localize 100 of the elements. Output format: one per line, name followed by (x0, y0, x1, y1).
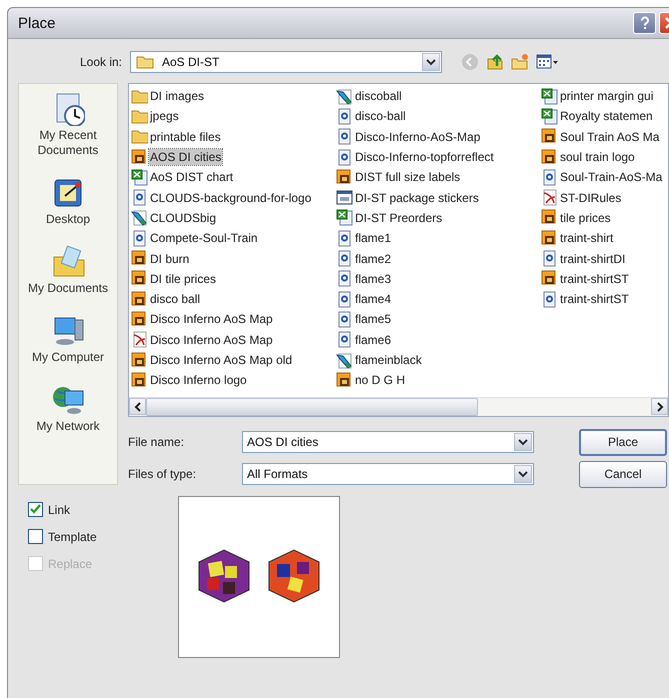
file-item[interactable]: flame6 (336, 330, 541, 350)
file-item[interactable]: ST-DIRules (541, 187, 668, 208)
image-file-icon (336, 148, 353, 166)
file-item[interactable]: printable files (131, 126, 336, 147)
file-name: discoball (354, 88, 403, 104)
image-file-icon (336, 230, 353, 247)
image-file-icon (541, 250, 558, 268)
file-item[interactable]: Soul-Train-AoS-Ma (541, 167, 668, 188)
file-item[interactable]: AoS DIST chart (131, 167, 336, 188)
file-item[interactable]: Soul Train AoS Ma (541, 126, 668, 147)
folder-icon (131, 108, 148, 125)
file-name: traint-shirtST (559, 270, 630, 287)
file-item[interactable]: Compete-Soul-Train (131, 228, 336, 248)
file-name: flame3 (354, 270, 392, 287)
place-button[interactable]: Place (579, 428, 667, 456)
sidebar-item[interactable]: My Recent Documents (19, 92, 117, 158)
file-item[interactable]: DIST full size labels (336, 167, 541, 188)
file-name: flame1 (354, 230, 392, 246)
files-of-type-dropdown[interactable]: All Formats (242, 463, 534, 485)
image-file-icon (336, 250, 353, 268)
file-name: Disco Inferno AoS Map (149, 311, 274, 328)
file-name: Soul-Train-AoS-Ma (559, 169, 664, 186)
file-item[interactable]: flame3 (336, 268, 541, 289)
cancel-button[interactable]: Cancel (579, 460, 667, 488)
new-folder-icon (511, 53, 529, 71)
file-item[interactable]: disco-ball (336, 106, 541, 127)
checkbox-label[interactable]: Link (48, 502, 70, 516)
spreadsheet-file-icon (336, 209, 353, 226)
image-file-icon (336, 331, 353, 348)
file-item[interactable]: Disco Inferno logo (131, 370, 336, 390)
files-of-type-label: Files of type: (128, 467, 198, 481)
file-name: printable files (149, 128, 222, 145)
file-item[interactable]: tile prices (541, 208, 668, 228)
pdf-file-icon (541, 189, 558, 206)
file-item[interactable]: flame1 (336, 228, 541, 248)
file-name: traint-shirtST (559, 291, 630, 308)
file-item[interactable]: Disco Inferno AoS Map (131, 330, 336, 350)
horizontal-scrollbar[interactable] (129, 397, 668, 416)
file-item[interactable]: Disco Inferno AoS Map (131, 309, 336, 330)
file-item[interactable]: DI-ST Preorders (336, 208, 541, 228)
file-item[interactable]: printer margin gui (541, 86, 668, 106)
file-name: disco ball (149, 291, 202, 308)
image-file-icon (336, 270, 353, 288)
up-folder-button[interactable] (485, 52, 505, 72)
file-item[interactable]: Disco-Inferno-AoS-Map (336, 126, 541, 147)
file-name: printer margin gui (559, 88, 654, 104)
file-name: ST-DIRules (559, 190, 622, 206)
file-item[interactable]: Disco Inferno AoS Map old (131, 350, 336, 370)
checkbox[interactable] (28, 502, 43, 517)
file-item[interactable]: Royalty statemen (541, 106, 668, 127)
file-item[interactable]: discoball (336, 86, 541, 106)
file-item[interactable]: flame5 (336, 309, 541, 330)
file-name: Disco Inferno AoS Map (149, 332, 274, 348)
file-item[interactable]: AOS DI cities (131, 146, 336, 168)
file-name: CLOUDSbig (149, 210, 218, 226)
file-item[interactable]: flameinblack (336, 350, 541, 370)
file-item[interactable]: traint-shirtST (541, 288, 668, 310)
file-item[interactable]: jpegs (131, 106, 336, 127)
chevron-down-icon (518, 438, 528, 446)
illustrator-file-icon (131, 250, 148, 268)
file-item[interactable]: disco ball (131, 288, 336, 310)
views-menu-icon (536, 53, 559, 71)
file-item[interactable]: flame4 (336, 288, 541, 310)
sidebar-item[interactable]: My Computer (32, 314, 104, 365)
sidebar-item[interactable]: Desktop (46, 176, 90, 227)
file-name: flame5 (354, 311, 392, 328)
checkbox-label[interactable]: Template (48, 530, 97, 544)
file-item[interactable]: soul train logo (541, 146, 668, 168)
checkbox[interactable] (28, 529, 43, 544)
file-name-field[interactable]: AOS DI cities (242, 431, 534, 453)
illustrator-file-icon (131, 290, 148, 308)
help-button[interactable] (633, 12, 656, 34)
image-file-icon (336, 128, 353, 146)
look-in-dropdown[interactable]: AoS DI-ST (130, 51, 442, 73)
image-file-icon (541, 290, 558, 308)
file-item[interactable]: traint-shirt (541, 228, 668, 248)
illustrator-file-icon (541, 230, 558, 247)
illustrator-file-icon (541, 270, 558, 288)
pen-file-icon (336, 88, 353, 105)
file-item[interactable]: no D G H (336, 370, 541, 390)
file-item[interactable]: DI images (131, 86, 336, 106)
file-name: flame4 (354, 291, 392, 308)
file-item[interactable]: CLOUDS-background-for-logo (131, 187, 336, 208)
sidebar-item[interactable]: My Documents (28, 245, 108, 296)
sidebar-item[interactable]: My Network (36, 383, 100, 434)
file-item[interactable]: CLOUDSbig (131, 208, 336, 228)
file-item[interactable]: traint-shirtST (541, 268, 668, 289)
file-item[interactable]: DI tile prices (131, 268, 336, 289)
file-item[interactable]: Disco-Inferno-topforreflect (336, 146, 541, 168)
spreadsheet-file-icon (131, 168, 148, 186)
image-file-icon (541, 168, 558, 186)
file-name: traint-shirt (559, 230, 614, 246)
file-name: disco-ball (354, 108, 407, 124)
file-item[interactable]: DI-ST package stickers (336, 187, 541, 208)
file-name: AOS DI cities (149, 149, 222, 166)
file-item[interactable]: flame2 (336, 248, 541, 269)
illustrator-file-icon (131, 270, 148, 288)
illustrator-file-icon (541, 128, 558, 146)
file-item[interactable]: traint-shirtDI (541, 248, 668, 269)
file-item[interactable]: DI burn (131, 248, 336, 269)
